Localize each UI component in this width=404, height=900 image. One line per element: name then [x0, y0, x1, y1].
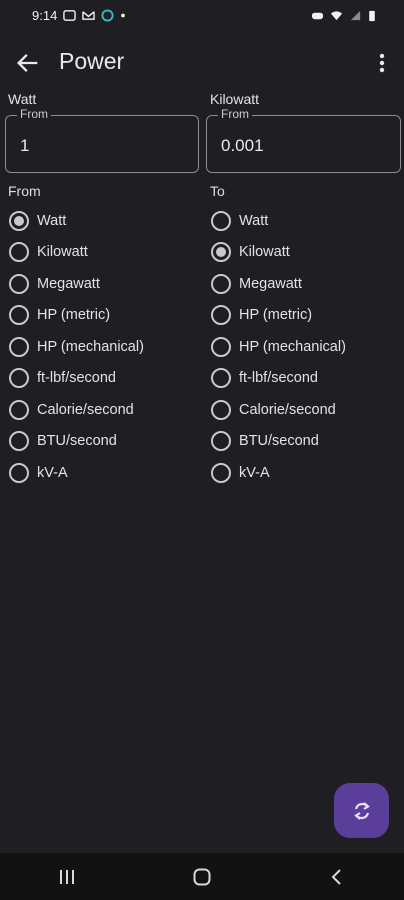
- radio-button-icon[interactable]: [9, 368, 29, 389]
- to-unit-radio-item[interactable]: Kilowatt: [211, 237, 346, 269]
- from-unit-radio-item[interactable]: kV-A: [9, 457, 144, 489]
- radio-button-icon[interactable]: [211, 336, 231, 357]
- from-unit-radio-group: Watt Kilowatt Megawatt HP (metric) HP (mecha…: [9, 205, 144, 489]
- to-input-field[interactable]: From 0.001: [206, 107, 401, 173]
- radio-button-icon[interactable]: [211, 305, 231, 326]
- chevron-left-icon: [331, 868, 341, 885]
- swap-refresh-icon: [353, 801, 370, 820]
- to-unit-radio-item[interactable]: HP (mechanical): [211, 331, 346, 363]
- to-unit-radio-label[interactable]: HP (metric): [239, 307, 312, 323]
- to-unit-radio-item[interactable]: Calorie/second: [211, 394, 346, 426]
- status-time: 9:14: [32, 7, 58, 23]
- to-unit-radio-item[interactable]: ft-lbf/second: [211, 363, 346, 395]
- from-value[interactable]: 1: [20, 136, 180, 156]
- to-value[interactable]: 0.001: [221, 136, 381, 156]
- swap-units-button[interactable]: [334, 783, 389, 838]
- to-unit-radio-label[interactable]: BTU/second: [239, 433, 319, 449]
- from-unit-radio-label[interactable]: kV-A: [37, 465, 68, 481]
- from-input-field[interactable]: From 1: [5, 107, 199, 173]
- radio-button-icon[interactable]: [9, 242, 29, 263]
- from-unit-radio-item[interactable]: Watt: [9, 205, 144, 237]
- back-arrow-icon[interactable]: [14, 49, 42, 77]
- to-unit-radio-item[interactable]: Megawatt: [211, 268, 346, 300]
- from-unit-radio-item[interactable]: Kilowatt: [9, 237, 144, 269]
- gmail-icon: [82, 10, 96, 20]
- radio-button-icon[interactable]: [9, 431, 29, 452]
- from-unit-radio-item[interactable]: BTU/second: [9, 426, 144, 458]
- gamepad-icon: [311, 12, 324, 19]
- system-nav-bar: [0, 853, 404, 900]
- app-icon: [101, 8, 114, 22]
- signal-icon: [350, 10, 361, 20]
- wifi-icon: [330, 10, 343, 20]
- battery-icon: [369, 10, 375, 21]
- recents-button[interactable]: [47, 862, 87, 892]
- radio-button-icon[interactable]: [9, 336, 29, 357]
- back-nav-button[interactable]: [317, 862, 357, 892]
- from-unit-radio-label[interactable]: Megawatt: [37, 276, 100, 292]
- to-unit-radio-label[interactable]: kV-A: [239, 465, 270, 481]
- radio-button-icon[interactable]: [211, 242, 231, 263]
- radio-button-icon[interactable]: [211, 273, 231, 294]
- page-title: Power: [59, 48, 125, 74]
- to-unit-radio-label[interactable]: ft-lbf/second: [239, 370, 318, 386]
- from-unit-radio-item[interactable]: Calorie/second: [9, 394, 144, 426]
- from-unit-radio-item[interactable]: HP (mechanical): [9, 331, 144, 363]
- to-unit-radio-item[interactable]: HP (metric): [211, 300, 346, 332]
- from-unit-radio-label[interactable]: Watt: [37, 213, 66, 229]
- from-unit-radio-item[interactable]: ft-lbf/second: [9, 363, 144, 395]
- home-button[interactable]: [182, 862, 222, 892]
- from-unit-radio-label[interactable]: Kilowatt: [37, 244, 88, 260]
- radio-button-icon[interactable]: [211, 431, 231, 452]
- radio-button-icon[interactable]: [9, 305, 29, 326]
- radio-button-icon[interactable]: [211, 210, 231, 231]
- radio-button-icon[interactable]: [211, 462, 231, 483]
- from-field-legend: From: [17, 107, 51, 121]
- from-unit-radio-label[interactable]: HP (metric): [37, 307, 110, 323]
- notification-icon: [63, 9, 77, 21]
- from-unit-radio-label[interactable]: HP (mechanical): [37, 339, 144, 355]
- to-unit-radio-label[interactable]: Kilowatt: [239, 244, 290, 260]
- app-bar: Power: [0, 38, 404, 88]
- from-unit-radio-label[interactable]: Calorie/second: [37, 402, 134, 418]
- from-unit-radio-label[interactable]: ft-lbf/second: [37, 370, 116, 386]
- home-icon: [193, 868, 211, 885]
- to-unit-radio-label[interactable]: Megawatt: [239, 276, 302, 292]
- from-list-title: From: [8, 183, 41, 199]
- from-unit-radio-item[interactable]: HP (metric): [9, 300, 144, 332]
- to-list-title: To: [210, 183, 225, 199]
- to-unit-radio-label[interactable]: Watt: [239, 213, 268, 229]
- to-unit-label: Kilowatt: [210, 91, 260, 107]
- radio-button-icon[interactable]: [9, 399, 29, 420]
- to-unit-radio-label[interactable]: Calorie/second: [239, 402, 336, 418]
- to-unit-radio-item[interactable]: BTU/second: [211, 426, 346, 458]
- radio-button-icon[interactable]: [211, 399, 231, 420]
- to-unit-radio-item[interactable]: kV-A: [211, 457, 346, 489]
- radio-button-icon[interactable]: [9, 210, 29, 231]
- recents-icon: [60, 869, 75, 884]
- radio-button-icon[interactable]: [211, 368, 231, 389]
- status-bar: 9:14: [0, 0, 404, 30]
- from-unit-radio-label[interactable]: BTU/second: [37, 433, 117, 449]
- to-unit-radio-item[interactable]: Watt: [211, 205, 346, 237]
- to-unit-radio-label[interactable]: HP (mechanical): [239, 339, 346, 355]
- to-field-legend: From: [218, 107, 252, 121]
- radio-button-icon[interactable]: [9, 273, 29, 294]
- from-unit-label: Watt: [8, 91, 37, 107]
- radio-button-icon[interactable]: [9, 462, 29, 483]
- from-unit-radio-item[interactable]: Megawatt: [9, 268, 144, 300]
- dot-icon: [121, 13, 126, 17]
- to-unit-radio-group: Watt Kilowatt Megawatt HP (metric) HP (mecha…: [211, 205, 346, 489]
- more-vert-icon[interactable]: [372, 50, 392, 76]
